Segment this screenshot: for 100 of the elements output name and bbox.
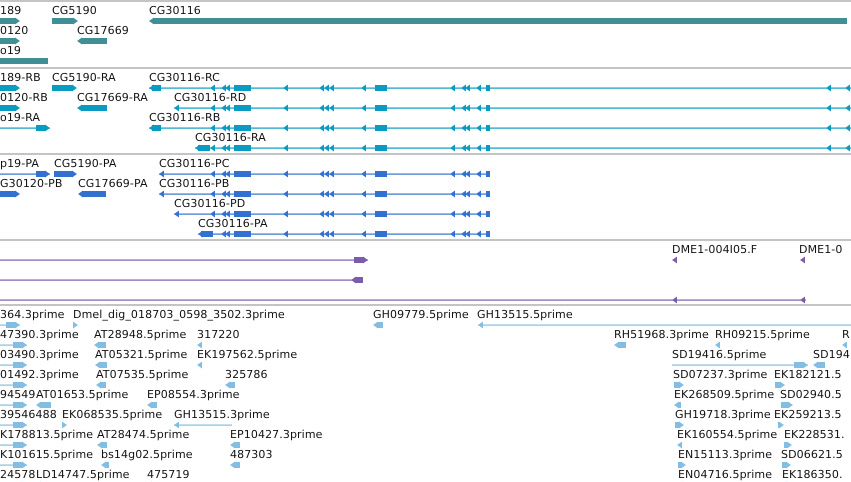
cds-drawing	[78, 190, 106, 198]
est-drawing	[147, 401, 157, 409]
feature-label: 47390.3prime	[0, 328, 79, 341]
est-drawing	[95, 361, 107, 369]
feature-label: AT28948.5prime	[94, 328, 186, 341]
est-drawing	[0, 341, 27, 349]
feature-label: EN15113.3prime	[678, 448, 772, 461]
feature-label: AT28474.5prime	[97, 428, 190, 441]
feature-label: SD07237.3prime	[673, 368, 768, 381]
feature-label: SD19416.5prime	[672, 348, 766, 361]
est-drawing	[813, 361, 825, 369]
est-drawing	[0, 401, 27, 409]
feature-label: CG30116-PA	[198, 217, 268, 230]
est-drawing	[62, 421, 67, 429]
feature-label: SD06621.5	[781, 448, 843, 461]
est-drawing	[0, 441, 27, 449]
feature-label: GH19718.3prime	[675, 408, 771, 421]
feature-label: CG17669-PA	[78, 177, 148, 190]
feature-label: CG30116-RB	[149, 111, 220, 124]
est-drawing	[197, 341, 202, 349]
est-drawing	[225, 381, 235, 389]
clone-drawing	[672, 256, 677, 264]
est-drawing	[715, 341, 720, 349]
est-drawing	[197, 361, 202, 369]
feature-label: 325786	[225, 368, 268, 381]
feature-label: o19-RA	[0, 111, 40, 124]
feature-label: G30120-PB	[0, 177, 63, 190]
feature-label: 475719	[147, 468, 190, 481]
cds-drawing	[0, 170, 50, 178]
feature-label: 01492.3prime	[0, 368, 79, 381]
est-drawing	[0, 361, 27, 369]
feature-label: 0120	[0, 24, 28, 37]
feature-label: GH09779.5prime	[373, 308, 469, 321]
feature-label: K101615.5prime	[0, 448, 94, 461]
est-drawing	[674, 381, 684, 389]
feature-label: CG30116-PB	[159, 177, 230, 190]
est-drawing	[614, 341, 626, 349]
est-drawing	[230, 461, 240, 469]
transcript-drawing	[0, 124, 50, 132]
feature-label: GH13515.5prime	[477, 308, 573, 321]
feature-label: CG30116-RC	[149, 71, 220, 84]
est-drawing	[775, 381, 785, 389]
feature-label: EK182121.5	[774, 368, 842, 381]
est-drawing	[0, 461, 27, 469]
est-drawing	[373, 321, 383, 329]
cds-drawing	[54, 170, 77, 178]
est-drawing	[675, 421, 684, 429]
est-drawing	[94, 341, 106, 349]
feature-label: o19	[0, 44, 22, 57]
feature-label: 03490.3prime	[0, 348, 79, 361]
gene-drawing	[77, 37, 107, 45]
feature-label: CG30116-RD	[174, 91, 246, 104]
feature-label: RH09215.5prime	[715, 328, 810, 341]
feature-label: EK160554.5prime	[677, 428, 778, 441]
feature-label: 39546488	[0, 408, 57, 421]
feature-label: Dmel_dig_018703_0598_3502.3prime	[73, 308, 285, 321]
est-drawing	[97, 441, 107, 449]
est-drawing	[677, 441, 682, 449]
feature-label: EK259213.5	[774, 408, 842, 421]
transcript-drawing	[52, 84, 77, 92]
feature-label: CG5190	[52, 4, 97, 17]
feature-label: 94549	[0, 388, 36, 401]
feature-label: CG30116-PD	[174, 197, 246, 210]
gene-drawing	[52, 17, 78, 25]
feature-label: EK268509.5prime	[674, 388, 774, 401]
feature-label: EK197562.5prime	[197, 348, 298, 361]
feature-label: 189-RB	[0, 71, 41, 84]
feature-label: DME1-0	[799, 243, 842, 256]
feature-label: CG30116	[149, 4, 201, 17]
feature-label: 317220	[197, 328, 240, 341]
feature-label: SD194	[813, 348, 850, 361]
est-drawing	[842, 341, 847, 349]
feature-label: CG17669-RA	[77, 91, 148, 104]
feature-label: K178813.5prime	[0, 428, 94, 441]
est-drawing	[73, 321, 78, 329]
feature-label: 24578	[0, 468, 36, 481]
feature-label: R	[842, 328, 850, 341]
est-drawing	[96, 381, 106, 389]
gene-drawing	[0, 17, 20, 25]
cds-drawing	[0, 190, 20, 198]
feature-label: EK228531.	[784, 428, 845, 441]
gene-drawing	[0, 57, 48, 65]
feature-label: DME1-004I05.F	[672, 243, 758, 256]
feature-label: 364.3prime	[0, 308, 65, 321]
feature-label: EP10427.3prime	[230, 428, 323, 441]
est-drawing	[674, 401, 681, 409]
feature-label: EK068535.5prime	[62, 408, 162, 421]
est-drawing	[784, 441, 792, 449]
est-drawing	[101, 461, 109, 469]
feature-label: bs14g02.5prime	[101, 448, 193, 461]
clone-drawing	[800, 256, 805, 264]
est-drawing	[778, 421, 784, 429]
feature-label: SD02940.5	[780, 388, 842, 401]
est-drawing	[174, 421, 232, 429]
gene-drawing	[0, 37, 20, 45]
feature-label: AT01653.5prime	[36, 388, 128, 401]
est-drawing	[0, 381, 27, 389]
est-drawing	[0, 321, 20, 329]
feature-label: LD14747.5prime	[36, 468, 130, 481]
est-drawing	[678, 461, 686, 469]
